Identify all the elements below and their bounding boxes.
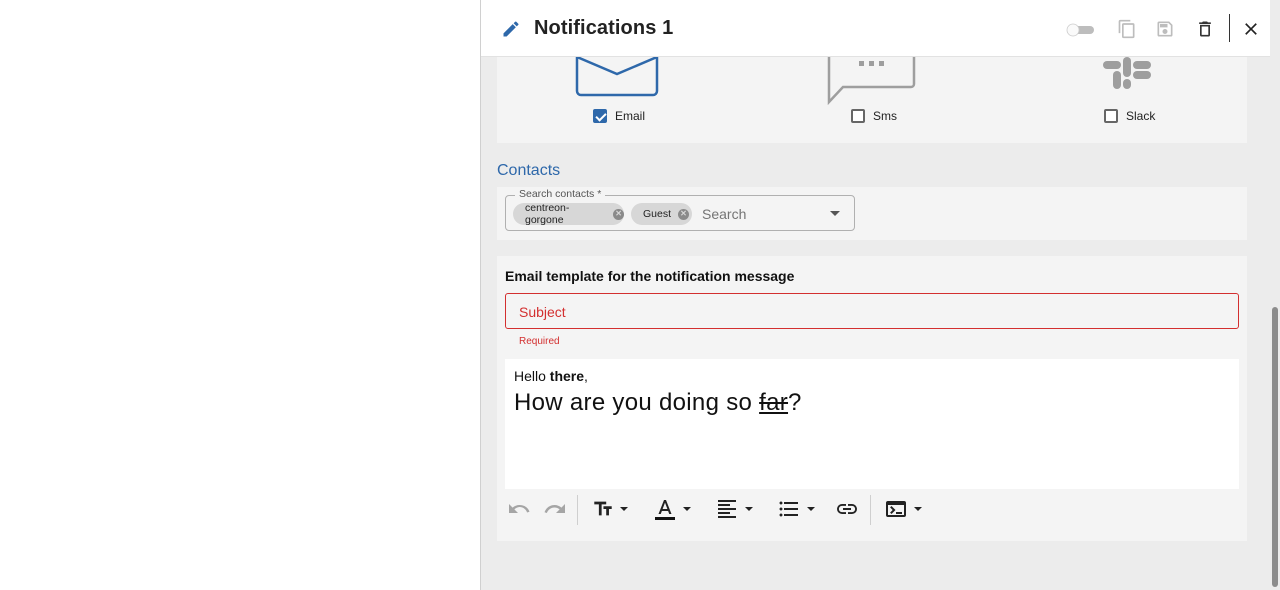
contact-chip[interactable]: centreon-gorgone ✕	[513, 202, 624, 226]
sms-label: Sms	[873, 109, 897, 123]
slack-label: Slack	[1126, 109, 1156, 123]
chip-remove-icon[interactable]: ✕	[678, 208, 690, 220]
chevron-down-icon	[683, 507, 691, 511]
contacts-search-field[interactable]: Search contacts * centreon-gorgone ✕ Gue…	[505, 188, 855, 231]
font-color-icon	[655, 500, 675, 520]
chip-remove-icon[interactable]: ✕	[613, 208, 624, 220]
code-block-icon	[886, 501, 906, 517]
background-area	[0, 0, 480, 590]
body-line-2: How are you doing so far?	[514, 389, 802, 416]
toolbar-divider	[870, 495, 871, 525]
template-title: Email template for the notification mess…	[505, 268, 795, 284]
contact-chip[interactable]: Guest ✕	[631, 203, 692, 225]
list-icon	[779, 501, 798, 517]
chevron-down-icon	[914, 507, 922, 511]
subject-field[interactable]: Subject	[505, 293, 1239, 329]
search-field-label: Search contacts *	[515, 188, 606, 200]
scrollbar-thumb[interactable]	[1272, 307, 1278, 587]
toggle-switch[interactable]	[1066, 23, 1096, 37]
list-button[interactable]	[777, 497, 815, 521]
message-editor[interactable]: Hello there, How are you doing so far?	[505, 359, 1239, 489]
subject-error: Required	[519, 336, 560, 347]
text-size-icon	[594, 501, 612, 516]
chevron-down-icon[interactable]	[830, 211, 840, 216]
sms-checkbox-row[interactable]: Sms	[851, 109, 897, 123]
font-color-button[interactable]	[653, 497, 691, 521]
toolbar-divider	[577, 495, 578, 525]
subject-placeholder: Subject	[519, 304, 566, 320]
link-icon[interactable]	[835, 497, 859, 521]
chip-label: Guest	[643, 208, 672, 220]
panel-header: Notifications 1	[481, 0, 1280, 57]
channels-section: Email Sms Slack	[497, 57, 1247, 143]
editor-toolbar	[505, 493, 1239, 527]
email-template-section: Email template for the notification mess…	[497, 256, 1247, 541]
email-label: Email	[615, 109, 646, 123]
delete-icon[interactable]	[1195, 19, 1215, 39]
header-divider	[1229, 14, 1230, 42]
slack-icon[interactable]	[1101, 57, 1153, 91]
body-line-1: Hello there,	[514, 368, 588, 384]
duplicate-icon[interactable]	[1117, 19, 1137, 39]
chevron-down-icon	[620, 507, 628, 511]
contacts-title: Contacts	[497, 162, 561, 179]
sms-checkbox[interactable]	[851, 109, 865, 123]
email-checkbox[interactable]	[593, 109, 607, 123]
chevron-down-icon	[745, 507, 753, 511]
slack-checkbox-row[interactable]: Slack	[1104, 109, 1155, 123]
slack-checkbox[interactable]	[1104, 109, 1118, 123]
scrollbar[interactable]	[1270, 0, 1280, 590]
email-checkbox-row[interactable]: Email	[593, 109, 645, 123]
save-icon[interactable]	[1155, 19, 1175, 39]
align-icon	[718, 500, 736, 518]
chip-label: centreon-gorgone	[525, 202, 570, 226]
contacts-section: Search contacts * centreon-gorgone ✕ Gue…	[497, 187, 1247, 240]
notification-panel: Notifications 1 Email Sms Slack Contacts…	[480, 0, 1280, 590]
pencil-icon	[503, 21, 519, 37]
search-input[interactable]	[702, 206, 812, 222]
envelope-icon[interactable]	[575, 57, 661, 97]
redo-icon[interactable]	[543, 497, 567, 521]
close-icon[interactable]	[1241, 19, 1261, 39]
undo-icon[interactable]	[507, 497, 531, 521]
code-block-button[interactable]	[884, 497, 922, 521]
text-size-button[interactable]	[592, 497, 628, 521]
chat-bubble-icon[interactable]	[827, 57, 917, 105]
chevron-down-icon	[807, 507, 815, 511]
page-title: Notifications 1	[534, 17, 674, 39]
align-button[interactable]	[715, 497, 753, 521]
